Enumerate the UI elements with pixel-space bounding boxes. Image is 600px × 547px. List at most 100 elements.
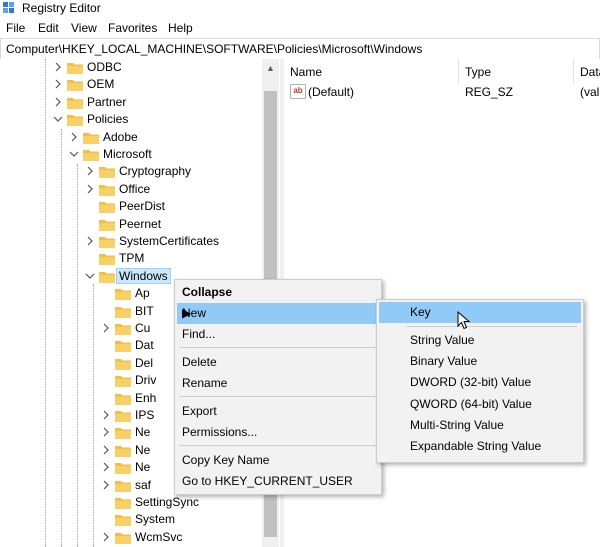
chevron-right-icon[interactable]	[53, 96, 63, 108]
chevron-right-icon[interactable]	[101, 461, 111, 473]
tree-node-label: TPM	[119, 251, 145, 266]
tree-node[interactable]: SettingSync	[101, 494, 280, 511]
tree-node-label: Dat	[135, 338, 154, 353]
menu-item-copy-key-name[interactable]: Copy Key Name	[177, 450, 379, 471]
submenu-item-multi-string-value[interactable]: Multi-String Value	[379, 415, 581, 436]
column-divider[interactable]	[573, 59, 574, 83]
tree-node-label: SystemCertificates	[119, 234, 220, 248]
folder-icon	[99, 184, 115, 196]
submenu-item-key[interactable]: Key	[379, 302, 581, 323]
tree-node-label: SettingSync	[135, 495, 200, 509]
mouse-pointer-icon	[457, 311, 471, 330]
chevron-right-icon[interactable]	[101, 426, 111, 438]
menu-view[interactable]: View	[71, 21, 97, 35]
folder-icon	[115, 376, 131, 388]
tree-node-label: Enh	[135, 390, 157, 405]
folder-icon	[115, 341, 131, 353]
tree-node-label: Cu	[135, 321, 151, 335]
scroll-up-icon[interactable]: ▲	[266, 63, 275, 73]
value-type: REG_SZ	[465, 85, 514, 99]
tree-node[interactable]: TPM	[85, 250, 280, 267]
folder-icon	[115, 289, 131, 301]
tree-node-label: System	[135, 512, 176, 527]
tree-node[interactable]: Adobe	[69, 129, 280, 146]
folder-icon	[115, 411, 131, 422]
menu-item-export[interactable]: Export	[177, 401, 379, 422]
chevron-right-icon[interactable]	[101, 479, 111, 491]
chevron-right-icon[interactable]	[101, 409, 111, 421]
tree-node[interactable]: Microsoft	[69, 146, 280, 163]
context-menu: Collapse New ▶ Find... Delete Rename Exp…	[174, 279, 382, 495]
tree-node[interactable]: System	[101, 511, 280, 528]
tree-node[interactable]: WcmSvc	[101, 529, 280, 546]
chevron-right-icon[interactable]	[85, 235, 95, 247]
chevron-right-icon[interactable]	[101, 322, 111, 334]
menu-bar: File Edit View Favorites Help	[0, 18, 600, 38]
value-row[interactable]: ab (Default) REG_SZ (val	[284, 83, 600, 101]
tree-node[interactable]: ODBC	[53, 59, 273, 76]
chevron-right-icon[interactable]	[53, 78, 63, 90]
folder-icon	[99, 254, 115, 266]
chevron-right-icon[interactable]	[85, 165, 95, 177]
menu-item-find[interactable]: Find...	[177, 324, 379, 345]
chevron-right-icon[interactable]	[53, 61, 63, 73]
tree-node[interactable]: Partner	[53, 94, 273, 111]
tree-node[interactable]: PeerDist	[85, 198, 280, 215]
chevron-right-icon[interactable]	[69, 131, 79, 143]
address-path: Computer\HKEY_LOCAL_MACHINE\SOFTWARE\Pol…	[6, 42, 423, 56]
submenu-item-binary-value[interactable]: Binary Value	[379, 351, 581, 372]
chevron-down-icon[interactable]	[53, 113, 63, 125]
folder-icon	[115, 463, 131, 475]
folder-icon	[115, 445, 131, 457]
folder-icon	[99, 202, 115, 214]
folder-icon	[67, 80, 83, 92]
folder-icon	[115, 306, 131, 318]
column-header-data[interactable]: Data	[580, 65, 600, 79]
menu-favorites[interactable]: Favorites	[108, 21, 157, 35]
chevron-down-icon[interactable]	[69, 148, 79, 160]
value-name: (Default)	[308, 85, 355, 99]
tree-node[interactable]: Cryptography	[85, 163, 280, 180]
column-header-type[interactable]: Type	[465, 65, 491, 79]
tree-node-label: Del	[135, 355, 154, 370]
menu-item-goto-hkcu[interactable]: Go to HKEY_CURRENT_USER	[177, 471, 379, 492]
tree-node-label: Driv	[135, 373, 157, 388]
folder-icon	[115, 515, 131, 527]
tree-node[interactable]: OEM	[53, 76, 273, 93]
tree-node-label: BIT	[135, 303, 154, 318]
submenu-item-dword-value[interactable]: DWORD (32-bit) Value	[379, 372, 581, 393]
tree-node[interactable]: Policies	[53, 111, 273, 128]
tree-node-label: ODBC	[87, 60, 122, 74]
window-title: Registry Editor	[22, 1, 101, 15]
menu-item-rename[interactable]: Rename	[177, 373, 379, 394]
submenu-item-expandable-string-value[interactable]: Expandable String Value	[379, 436, 581, 457]
tree-node-label: Cryptography	[119, 164, 192, 179]
menu-help[interactable]: Help	[168, 21, 193, 35]
chevron-down-icon[interactable]	[85, 270, 95, 282]
chevron-right-icon[interactable]	[101, 531, 111, 543]
tree-node[interactable]: SystemCertificates	[85, 233, 280, 250]
value-data: (val	[580, 85, 600, 99]
menu-edit[interactable]: Edit	[38, 21, 59, 35]
registry-cube-icon	[3, 2, 14, 13]
chevron-right-icon[interactable]	[101, 444, 111, 456]
tree-node[interactable]: Office	[85, 181, 280, 198]
folder-icon	[115, 532, 131, 544]
address-bar[interactable]: Computer\HKEY_LOCAL_MACHINE\SOFTWARE\Pol…	[0, 38, 600, 60]
column-header-name[interactable]: Name	[290, 65, 322, 79]
menu-item-delete[interactable]: Delete	[177, 352, 379, 373]
tree-node-label: Peernet	[119, 216, 162, 231]
submenu-item-qword-value[interactable]: QWORD (64-bit) Value	[379, 394, 581, 415]
menu-item-permissions[interactable]: Permissions...	[177, 422, 379, 443]
tree-node-label: Ap	[135, 286, 150, 301]
menu-file[interactable]: File	[6, 21, 25, 35]
tree-guide-line	[61, 129, 62, 547]
submenu-item-string-value[interactable]: String Value	[379, 330, 581, 351]
tree-node[interactable]: Peernet	[85, 216, 280, 233]
menu-item-collapse[interactable]: Collapse	[177, 282, 379, 303]
column-divider[interactable]	[458, 59, 459, 83]
tree-node-label: Partner	[87, 94, 127, 109]
chevron-right-icon[interactable]	[85, 183, 95, 195]
menu-item-new[interactable]: New ▶	[177, 303, 379, 324]
folder-icon	[99, 271, 115, 283]
